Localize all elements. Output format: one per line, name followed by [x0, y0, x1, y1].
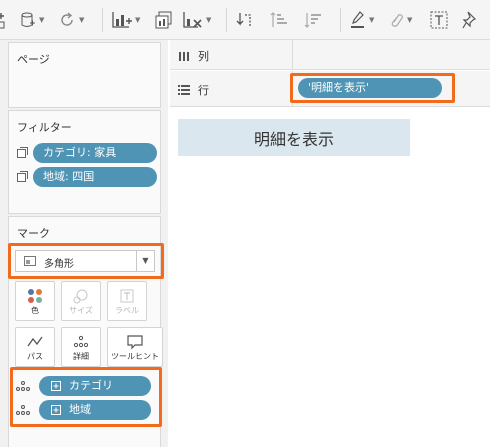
- rows-pill[interactable]: '明細を表示': [298, 78, 442, 98]
- swap-icon[interactable]: [236, 8, 254, 32]
- detail-icon: [16, 381, 30, 391]
- sheet-title: 明細を表示: [178, 119, 410, 156]
- marks-field-category-label: カテゴリ: [69, 379, 113, 392]
- expand-icon[interactable]: [51, 381, 61, 391]
- filters-title: フィルター: [17, 121, 72, 134]
- marks-detail-button[interactable]: 詳細: [61, 327, 101, 367]
- shelf-divider: [292, 71, 293, 106]
- clear-icon[interactable]: ▼: [183, 8, 211, 32]
- pages-title: ページ: [17, 53, 50, 66]
- filter-icon: [17, 147, 28, 158]
- marks-size-button[interactable]: サイズ: [61, 281, 101, 321]
- filter-pill-region[interactable]: 地域: 四国: [33, 167, 157, 187]
- sort-descending-icon[interactable]: [304, 8, 322, 32]
- chevron-down-icon[interactable]: ▼: [136, 251, 154, 271]
- detail-icon: [73, 335, 89, 348]
- filters-card[interactable]: フィルター カテゴリ: 家具 地域: 四国: [8, 110, 161, 214]
- label-icon: [120, 289, 134, 303]
- columns-label: 列: [198, 50, 209, 63]
- marks-card: マーク 多角形 ▼ 色 サイズ ラベル パス 詳細 ツールヒント カテゴリ 地域: [8, 216, 163, 447]
- sort-ascending-icon[interactable]: [270, 8, 288, 32]
- pin-icon[interactable]: [462, 8, 478, 32]
- rows-shelf[interactable]: 行 '明細を表示': [170, 71, 490, 107]
- polygon-icon: [24, 256, 36, 266]
- marks-path-label: パス: [27, 352, 43, 361]
- toolbar-separator: [226, 8, 227, 32]
- color-icon: [28, 289, 42, 303]
- marks-field-region-label: 地域: [69, 403, 91, 416]
- marks-color-label: 色: [31, 306, 39, 315]
- marks-field-region[interactable]: 地域: [39, 400, 151, 420]
- duplicate-icon[interactable]: [155, 8, 173, 32]
- marks-title: マーク: [17, 227, 50, 240]
- expand-icon[interactable]: [51, 405, 61, 415]
- mark-type-label: 多角形: [44, 259, 74, 270]
- marks-detail-label: 詳細: [73, 352, 89, 361]
- marks-tooltip-label: ツールヒント: [111, 352, 159, 361]
- marks-field-category[interactable]: カテゴリ: [39, 376, 151, 396]
- marks-color-button[interactable]: 色: [15, 281, 55, 321]
- left-panel: ページ フィルター カテゴリ: 家具 地域: 四国 マーク 多角形 ▼ 色 サイ…: [0, 40, 168, 447]
- text-icon[interactable]: [430, 8, 448, 32]
- marks-size-label: サイズ: [69, 306, 93, 315]
- columns-icon: [179, 52, 189, 61]
- size-icon: [73, 289, 88, 304]
- filter-pill-category[interactable]: カテゴリ: 家具: [33, 143, 157, 163]
- marks-label-button[interactable]: ラベル: [107, 281, 147, 321]
- filter-icon: [17, 171, 28, 182]
- pages-card[interactable]: ページ: [8, 42, 161, 108]
- mark-type-select[interactable]: 多角形 ▼: [15, 250, 155, 272]
- new-worksheet-icon[interactable]: [0, 8, 8, 32]
- detail-icon: [16, 405, 30, 415]
- marks-tooltip-button[interactable]: ツールヒント: [107, 327, 163, 367]
- attach-icon[interactable]: ▼: [390, 8, 412, 32]
- highlight-icon[interactable]: ▼: [350, 8, 374, 32]
- refresh-icon[interactable]: ▼: [58, 8, 84, 32]
- rows-icon: [178, 85, 190, 95]
- columns-shelf[interactable]: 列: [170, 40, 490, 70]
- tooltip-icon: [127, 335, 143, 350]
- toolbar-separator: [340, 8, 341, 32]
- toolbar-separator: [102, 8, 103, 32]
- shelf-divider: [292, 40, 293, 69]
- chart-add-icon[interactable]: ▼: [112, 8, 140, 32]
- rows-label: 行: [198, 84, 209, 97]
- marks-label-label: ラベル: [115, 306, 139, 315]
- view-canvas[interactable]: 明細を表示: [170, 108, 490, 447]
- data-source-icon[interactable]: ▼: [20, 8, 44, 32]
- path-icon: [27, 336, 43, 347]
- marks-path-button[interactable]: パス: [15, 327, 55, 367]
- toolbar: ▼ ▼ ▼ ▼ ▼ ▼: [0, 0, 490, 40]
